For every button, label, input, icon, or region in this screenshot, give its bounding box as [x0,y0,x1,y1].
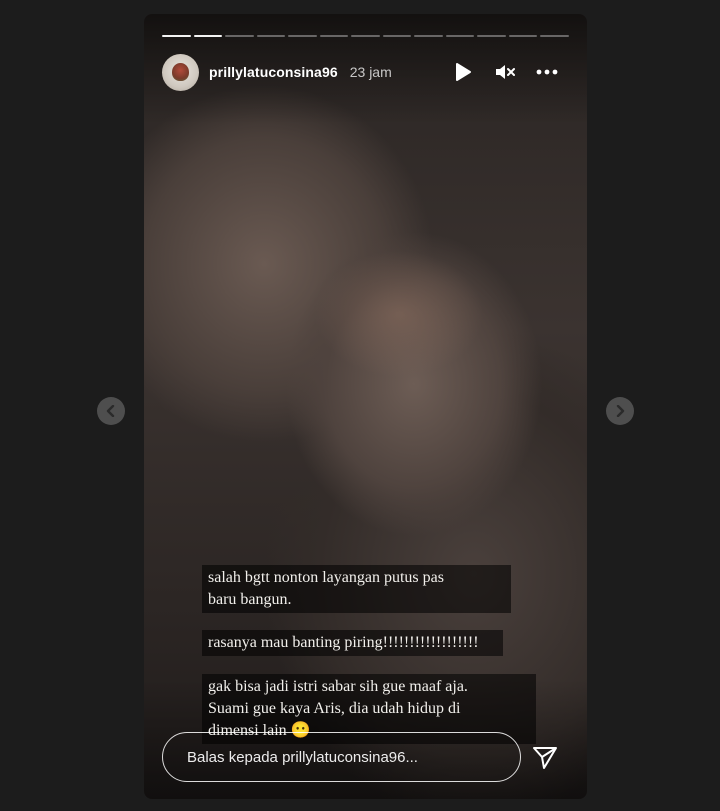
more-options-button[interactable] [535,60,559,84]
timestamp: 23 jam [349,64,392,80]
story-viewer[interactable]: prillylatuconsina96 23 jam salah bgtt no… [144,14,587,799]
story-caption-2: rasanya mau banting piring!!!!!!!!!!!!!!… [202,630,503,656]
chevron-left-icon [106,405,115,417]
progress-segment [477,35,506,37]
progress-segment [540,35,569,37]
mute-button[interactable] [493,60,517,84]
avatar-image [172,62,189,81]
progress-segment [288,35,317,37]
chevron-right-icon [616,405,625,417]
avatar[interactable] [162,53,199,91]
progress-segment [351,35,380,37]
progress-segment [508,35,538,37]
send-button[interactable] [529,742,561,774]
reply-bar[interactable] [162,732,521,782]
progress-segment [414,35,443,37]
play-icon [456,63,471,81]
play-button[interactable] [451,60,475,84]
progress-segment [319,35,349,37]
story-header: prillylatuconsina96 23 jam [162,53,573,91]
progress-segment [445,35,475,37]
story-controls [451,60,559,84]
progress-segment [193,35,223,37]
speaker-muted-icon [496,65,515,79]
story-progress-bar [162,35,569,37]
send-paper-plane-icon [533,747,557,769]
story-caption-1: salah bgtt nonton layangan putus pas bar… [202,565,511,613]
more-horizontal-icon [536,69,558,75]
progress-segment [225,35,254,37]
previous-story-button[interactable] [97,397,125,425]
progress-segment [256,35,286,37]
username[interactable]: prillylatuconsina96 [209,64,338,80]
progress-segment [382,35,412,37]
next-story-button[interactable] [606,397,634,425]
reply-input[interactable] [187,748,520,766]
progress-segment [162,35,191,37]
